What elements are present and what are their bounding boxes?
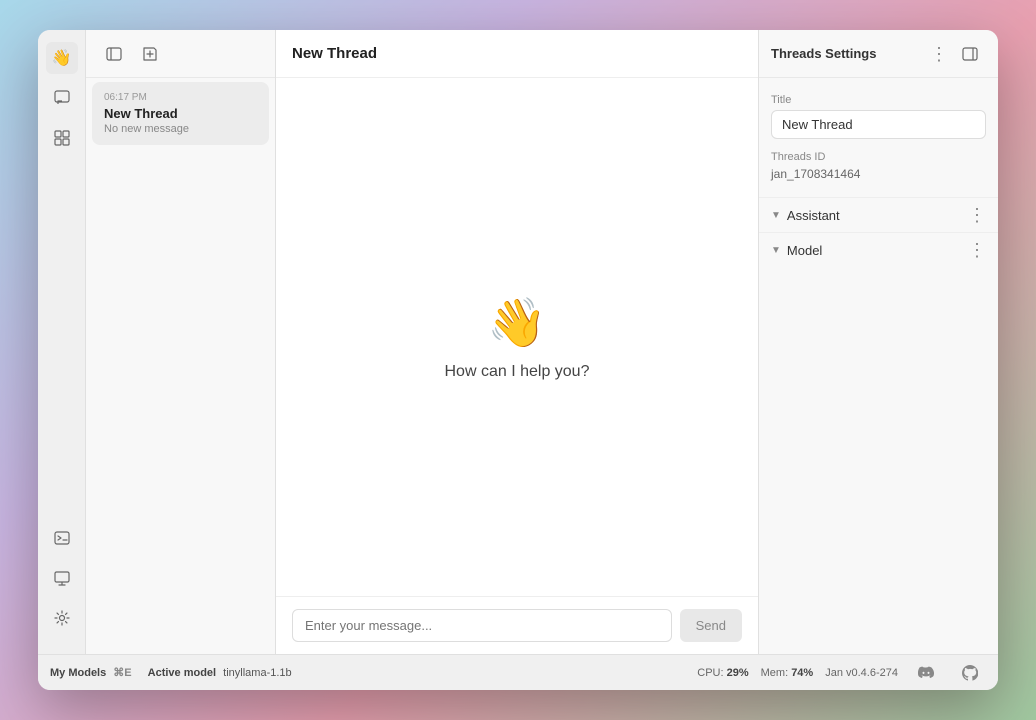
cpu-info: CPU: 29% bbox=[697, 667, 748, 679]
right-panel: Threads Settings ⋮ Title bbox=[758, 30, 998, 654]
active-model-info: Active model tinyllama-1.1b bbox=[148, 667, 292, 679]
right-panel-title: Threads Settings bbox=[771, 46, 876, 61]
threads-id-field: Threads ID jan_1708341464 bbox=[771, 151, 986, 181]
thread-list-header bbox=[86, 30, 275, 78]
right-panel-menu-button[interactable]: ⋮ bbox=[930, 45, 948, 63]
model-menu-button[interactable]: ⋮ bbox=[968, 241, 986, 259]
header-icons bbox=[98, 38, 166, 70]
thread-time: 06:17 PM bbox=[104, 92, 257, 103]
terminal-icon[interactable] bbox=[46, 522, 78, 554]
thread-list: 06:17 PM New Thread No new message bbox=[86, 30, 276, 654]
grid-icon[interactable] bbox=[46, 122, 78, 154]
collapse-right-panel-button[interactable] bbox=[954, 38, 986, 70]
model-label: Model bbox=[787, 243, 822, 258]
model-chevron-icon: ▼ bbox=[771, 245, 781, 256]
assistant-section-left: ▼ Assistant bbox=[771, 208, 840, 223]
title-field: Title bbox=[771, 94, 986, 139]
chat-input-area: Send bbox=[276, 596, 758, 654]
model-section-left: ▼ Model bbox=[771, 243, 822, 258]
version-info: Jan v0.4.6-274 bbox=[825, 667, 898, 679]
thread-preview: No new message bbox=[104, 123, 257, 135]
new-thread-button[interactable] bbox=[134, 38, 166, 70]
chat-icon[interactable] bbox=[46, 82, 78, 114]
my-models-link[interactable]: My Models ⌘E bbox=[50, 666, 132, 679]
welcome-text: How can I help you? bbox=[445, 363, 590, 381]
sidebar: 👋 bbox=[38, 30, 86, 654]
assistant-section[interactable]: ▼ Assistant ⋮ bbox=[759, 197, 998, 232]
chat-area: New Thread 👋 How can I help you? Send bbox=[276, 30, 758, 654]
discord-icon[interactable] bbox=[910, 657, 942, 689]
mem-info: Mem: 74% bbox=[761, 667, 814, 679]
chat-header: New Thread bbox=[276, 30, 758, 78]
assistant-menu-button[interactable]: ⋮ bbox=[968, 206, 986, 224]
github-icon[interactable] bbox=[954, 657, 986, 689]
threads-id-value: jan_1708341464 bbox=[771, 167, 986, 181]
thread-name: New Thread bbox=[104, 106, 257, 121]
thread-item[interactable]: 06:17 PM New Thread No new message bbox=[92, 82, 269, 145]
send-button[interactable]: Send bbox=[680, 609, 742, 642]
right-panel-header: Threads Settings ⋮ bbox=[759, 30, 998, 78]
threads-id-label: Threads ID bbox=[771, 151, 986, 163]
main-content: 👋 bbox=[38, 30, 998, 654]
app-window: 👋 bbox=[38, 30, 998, 690]
title-input[interactable] bbox=[771, 110, 986, 139]
assistant-label: Assistant bbox=[787, 208, 840, 223]
assistant-chevron-icon: ▼ bbox=[771, 210, 781, 221]
chat-body: 👋 How can I help you? bbox=[276, 78, 758, 596]
title-label: Title bbox=[771, 94, 986, 106]
system-info: CPU: 29% Mem: 74% Jan v0.4.6-274 bbox=[697, 657, 986, 689]
right-panel-body: Title Threads ID jan_1708341464 bbox=[759, 78, 998, 197]
welcome-emoji: 👋 bbox=[487, 294, 547, 351]
collapse-sidebar-button[interactable] bbox=[98, 38, 130, 70]
model-section[interactable]: ▼ Model ⋮ bbox=[759, 232, 998, 267]
settings-icon[interactable] bbox=[46, 602, 78, 634]
chat-header-title: New Thread bbox=[292, 45, 377, 62]
monitor-icon[interactable] bbox=[46, 562, 78, 594]
bottom-bar: My Models ⌘E Active model tinyllama-1.1b… bbox=[38, 654, 998, 690]
hand-wave-icon[interactable]: 👋 bbox=[46, 42, 78, 74]
message-input[interactable] bbox=[292, 609, 672, 642]
